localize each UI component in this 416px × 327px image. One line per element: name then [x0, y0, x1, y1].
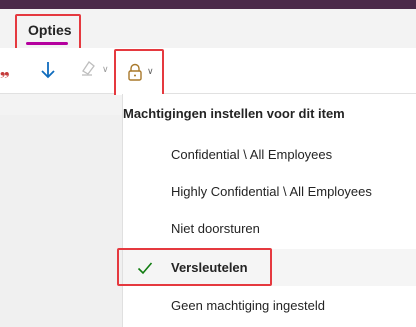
- menu-item-label: Confidential \ All Employees: [171, 147, 333, 162]
- left-pane-strip: [0, 115, 122, 327]
- menu-item-niet-doorsturen[interactable]: Niet doorsturen: [123, 210, 416, 247]
- permissions-menu: Machtigingen instellen voor dit item Con…: [122, 94, 416, 327]
- clear-format-icon[interactable]: [78, 58, 98, 83]
- menu-item-label: Highly Confidential \ All Employees: [171, 184, 372, 199]
- chevron-down-icon: ∨: [147, 66, 154, 76]
- active-tab-indicator: [26, 42, 68, 45]
- menu-item-label: Niet doorsturen: [171, 221, 260, 236]
- menu-item-confidential[interactable]: Confidential \ All Employees: [123, 136, 416, 173]
- ribbon-edge-icon: ❠: [0, 62, 10, 78]
- title-bar: [0, 0, 416, 9]
- down-arrow-icon[interactable]: [40, 60, 56, 85]
- tab-opties[interactable]: Opties: [15, 14, 81, 51]
- menu-item-highly-confidential[interactable]: Highly Confidential \ All Employees: [123, 173, 416, 210]
- tab-opties-label: Opties: [28, 22, 72, 38]
- selection-highlight: [117, 248, 272, 286]
- chevron-down-icon[interactable]: ∨: [102, 64, 109, 75]
- menu-item-geen-machtiging[interactable]: Geen machtiging ingesteld: [123, 287, 416, 324]
- left-pane: [0, 95, 122, 327]
- permissions-button[interactable]: ∨: [114, 49, 164, 99]
- ribbon-toolbar: ❠ ∨: [0, 48, 416, 94]
- menu-item-label: Geen machtiging ingesteld: [171, 298, 325, 313]
- lock-icon: [127, 63, 143, 86]
